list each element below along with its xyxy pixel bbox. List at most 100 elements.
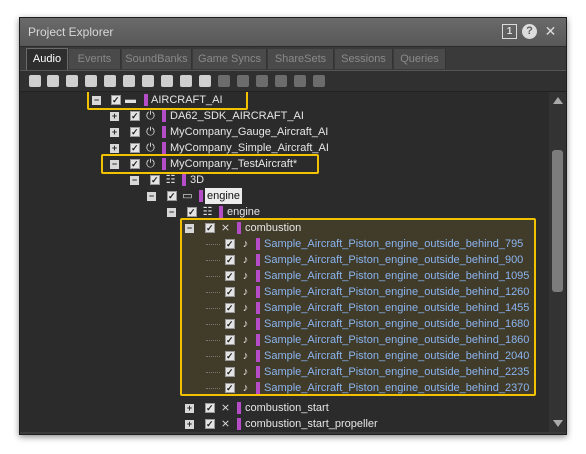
vertical-scrollbar[interactable] — [549, 92, 566, 432]
tree-row-combustion[interactable]: − ⨯ combustion — [185, 220, 325, 236]
music-switch-icon[interactable] — [275, 75, 287, 87]
sound-voice-icon[interactable] — [199, 75, 211, 87]
tab-sessions[interactable]: Sessions — [335, 49, 393, 69]
checkbox[interactable] — [130, 124, 140, 140]
color-bar — [237, 402, 241, 414]
help-icon[interactable]: ? — [522, 24, 537, 39]
collapse-icon[interactable]: − — [185, 224, 194, 233]
tab-game-syncs[interactable]: Game Syncs — [193, 49, 267, 69]
tree-row-combustion-start[interactable]: + ⨯ combustion_start — [185, 400, 385, 416]
sound-sfx-icon[interactable] — [180, 75, 192, 87]
checkbox[interactable] — [150, 172, 160, 188]
actor-mixer-icon[interactable] — [85, 75, 97, 87]
tab-queries[interactable]: Queries — [394, 49, 446, 69]
scroll-down-icon[interactable] — [553, 420, 563, 427]
tree-row-aircraft-ai[interactable]: − ▬ AIRCRAFT_AI — [92, 92, 242, 108]
collapse-icon[interactable]: − — [167, 208, 176, 217]
music-track-icon[interactable] — [237, 75, 249, 87]
tree-row-engine-folder[interactable]: − ▭ engine — [147, 188, 267, 204]
expand-icon[interactable]: + — [110, 144, 119, 153]
toolbar — [20, 70, 566, 92]
virtual-folder-icon[interactable] — [66, 75, 78, 87]
blend-container-icon[interactable] — [104, 75, 116, 87]
item-label: MyCompany_Gauge_Aircraft_AI — [170, 126, 329, 138]
checkbox[interactable] — [225, 348, 235, 364]
expand-icon[interactable]: + — [185, 404, 194, 413]
item-label: Sample_Aircraft_Piston_engine_outside_be… — [264, 366, 530, 378]
tree-row-simple[interactable]: + ⏻ MyCompany_Simple_Aircraft_AI — [110, 140, 370, 156]
checkbox[interactable] — [205, 416, 215, 432]
tree-row-sound[interactable]: ♪ Sample_Aircraft_Piston_engine_outside_… — [206, 348, 536, 364]
checkbox[interactable] — [225, 268, 235, 284]
color-bar — [237, 418, 241, 430]
checkbox[interactable] — [225, 364, 235, 380]
tree-row-da62[interactable]: + ⏻ DA62_SDK_AIRCRAFT_AI — [110, 108, 370, 124]
tab-events[interactable]: Events — [69, 49, 121, 69]
item-label: combustion — [245, 222, 302, 234]
random-container-icon[interactable] — [123, 75, 135, 87]
scroll-thumb[interactable] — [552, 150, 563, 292]
color-bar — [199, 190, 203, 202]
checkbox[interactable] — [225, 236, 235, 252]
work-unit-icon[interactable] — [29, 75, 41, 87]
color-bar — [256, 382, 260, 394]
tree-row-sound[interactable]: ♪ Sample_Aircraft_Piston_engine_outside_… — [206, 364, 536, 380]
item-label: Sample_Aircraft_Piston_engine_outside_be… — [264, 302, 530, 314]
checkbox[interactable] — [205, 220, 215, 236]
close-icon[interactable]: ✕ — [543, 24, 558, 39]
collapse-icon[interactable]: − — [147, 192, 156, 201]
scroll-up-icon[interactable] — [553, 97, 563, 104]
collapse-icon[interactable]: − — [130, 176, 139, 185]
tree-row-sound[interactable]: ♪ Sample_Aircraft_Piston_engine_outside_… — [206, 380, 536, 396]
checkbox[interactable] — [225, 300, 235, 316]
checkbox[interactable] — [187, 204, 197, 220]
tree-row-gauge[interactable]: + ⏻ MyCompany_Gauge_Aircraft_AI — [110, 124, 370, 140]
checkbox[interactable] — [225, 316, 235, 332]
tab-soundbanks[interactable]: SoundBanks — [122, 49, 192, 69]
checkbox[interactable] — [130, 108, 140, 124]
instance-number-button[interactable]: 1 — [502, 24, 517, 39]
collapse-icon[interactable]: − — [92, 96, 101, 105]
blend-container-icon: ⨯ — [220, 418, 231, 430]
tree-row-sound[interactable]: ♪ Sample_Aircraft_Piston_engine_outside_… — [206, 284, 536, 300]
music-playlist-icon[interactable] — [256, 75, 268, 87]
tab-bar: Audio Events SoundBanks Game Syncs Share… — [20, 48, 566, 70]
tree-row-combustion-start-propeller[interactable]: + ⨯ combustion_start_propeller — [185, 416, 425, 432]
tab-sharesets[interactable]: ShareSets — [268, 49, 334, 69]
tree-row-sound[interactable]: ♪ Sample_Aircraft_Piston_engine_outside_… — [206, 300, 536, 316]
checkbox[interactable] — [130, 156, 140, 172]
expand-icon[interactable]: + — [110, 128, 119, 137]
checkbox[interactable] — [225, 380, 235, 396]
tree-row-3d[interactable]: − ☷ 3D — [130, 172, 230, 188]
checkbox[interactable] — [205, 400, 215, 416]
tree-row-engine-mixer[interactable]: − ☷ engine — [167, 204, 287, 220]
tree-row-sound[interactable]: ♪ Sample_Aircraft_Piston_engine_outside_… — [206, 236, 536, 252]
checkbox[interactable] — [225, 252, 235, 268]
tab-audio[interactable]: Audio — [26, 48, 68, 70]
switch-container-icon[interactable] — [161, 75, 173, 87]
item-label: combustion_start — [245, 402, 329, 414]
checkbox[interactable] — [225, 332, 235, 348]
blend-container-icon: ⨯ — [220, 222, 231, 234]
music-segment-alt-icon[interactable] — [294, 75, 306, 87]
folder-icon[interactable] — [47, 75, 59, 87]
blend-container-icon: ⨯ — [220, 402, 231, 414]
tree-row-test-aircraft[interactable]: − ⏻ MyCompany_TestAircraft* — [110, 156, 320, 172]
collapse-icon[interactable]: − — [110, 160, 119, 169]
work-unit-icon: ⏻ — [146, 126, 155, 138]
tree-row-sound[interactable]: ♪ Sample_Aircraft_Piston_engine_outside_… — [206, 316, 536, 332]
music-segment-alt2-icon[interactable] — [313, 75, 325, 87]
work-unit-icon: ⏻ — [146, 110, 155, 122]
tree-row-sound[interactable]: ♪ Sample_Aircraft_Piston_engine_outside_… — [206, 252, 536, 268]
checkbox[interactable] — [167, 188, 177, 204]
music-segment-icon[interactable] — [218, 75, 230, 87]
tree-row-sound[interactable]: ♪ Sample_Aircraft_Piston_engine_outside_… — [206, 332, 536, 348]
expand-icon[interactable]: + — [185, 420, 194, 429]
checkbox[interactable] — [111, 92, 121, 108]
tree-row-sound[interactable]: ♪ Sample_Aircraft_Piston_engine_outside_… — [206, 268, 536, 284]
expand-icon[interactable]: + — [110, 112, 119, 121]
work-unit-icon: ⏻ — [146, 142, 155, 154]
sequence-container-icon[interactable] — [142, 75, 154, 87]
checkbox[interactable] — [130, 140, 140, 156]
checkbox[interactable] — [225, 284, 235, 300]
